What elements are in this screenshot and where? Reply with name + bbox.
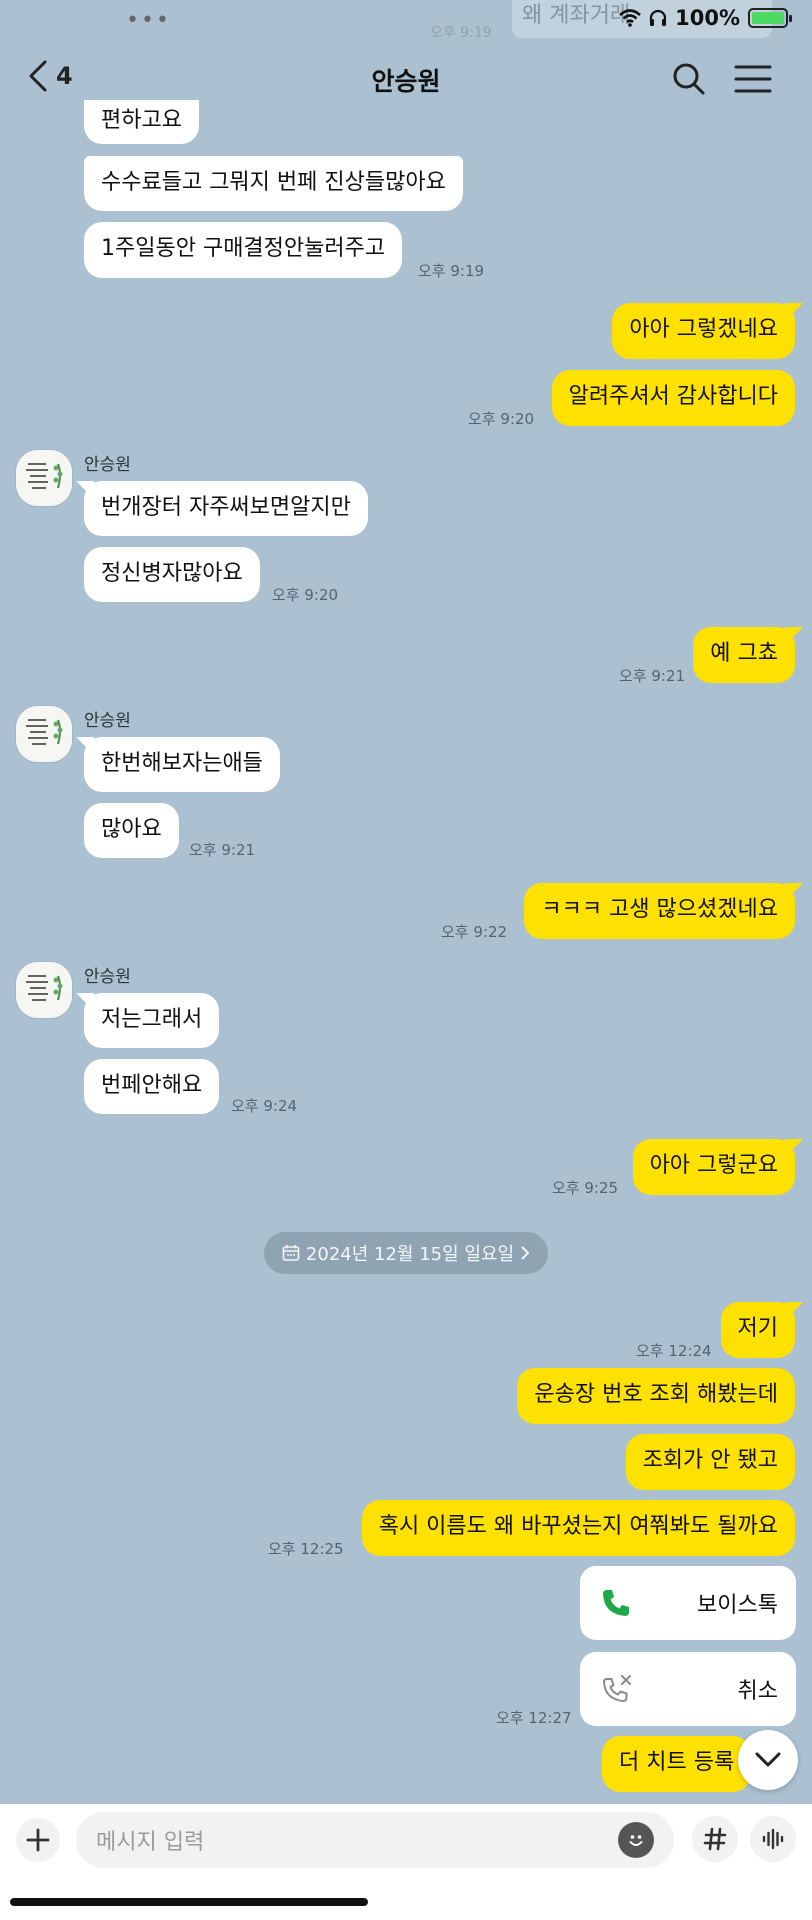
- incoming-message: 저는그래서: [84, 993, 220, 1048]
- avatar[interactable]: [16, 962, 72, 1018]
- incoming-message: 번개장터 자주써보면알지만: [84, 481, 368, 536]
- battery-percent: 100%: [675, 6, 740, 30]
- avatar[interactable]: [16, 450, 72, 506]
- attach-button[interactable]: [16, 1818, 60, 1862]
- search-button[interactable]: [672, 62, 708, 98]
- message-time: 오후 9:21: [189, 841, 256, 859]
- outgoing-message: 더 치트 등록: [602, 1736, 752, 1792]
- incoming-message: 1주일동안 구매결정안눌러주고: [84, 222, 403, 278]
- outgoing-message: 저기: [720, 1302, 795, 1358]
- message-time: 오후 12:27: [496, 1709, 572, 1727]
- calendar-icon: [282, 1245, 300, 1261]
- message-time: 오후 9:20: [272, 586, 339, 604]
- wifi-icon: [619, 9, 641, 27]
- outgoing-message: 운송장 번호 조회 해봤는데: [517, 1368, 795, 1424]
- scroll-to-bottom-button[interactable]: [738, 1730, 798, 1790]
- message-time: 오후 9:22: [441, 923, 508, 941]
- cancelled-call-card[interactable]: 취소: [580, 1652, 796, 1726]
- emoji-button[interactable]: [618, 1822, 654, 1858]
- home-indicator: [10, 1898, 368, 1906]
- chevron-right-icon: [521, 1246, 530, 1260]
- message-input-placeholder: 메시지 입력: [96, 1830, 205, 1855]
- outgoing-message: 아아 그렇겠네요: [612, 303, 795, 359]
- sender-name: 안승원: [84, 455, 131, 475]
- search-icon: [673, 63, 705, 95]
- avatar-image: [16, 706, 72, 762]
- incoming-message: 번페안해요: [84, 1059, 220, 1114]
- message-time: 오후 9:20: [468, 410, 535, 428]
- headphones-icon: [650, 9, 667, 26]
- message-time: 오후 12:24: [636, 1342, 712, 1360]
- outgoing-message: ㅋㅋㅋ 고생 많으셨겠네요: [524, 883, 795, 939]
- outgoing-message: 예 그쵸: [693, 627, 795, 683]
- voice-call-card[interactable]: 보이스톡: [580, 1566, 796, 1640]
- avatar-image: [16, 450, 72, 506]
- chevron-down-icon: [755, 1752, 781, 1767]
- date-divider[interactable]: 2024년 12월 15일 일요일: [264, 1232, 548, 1274]
- avatar-image: [16, 962, 72, 1018]
- hashtag-search-button[interactable]: [692, 1816, 738, 1862]
- message-input[interactable]: 메시지 입력: [76, 1812, 674, 1868]
- incoming-message: 수수료들고 그뭐지 번페 진상들많아요: [84, 156, 463, 211]
- sender-name: 안승원: [84, 967, 131, 987]
- battery-icon: [748, 8, 792, 28]
- outgoing-message: 아아 그렇군요: [632, 1139, 795, 1195]
- sender-name: 안승원: [84, 711, 131, 731]
- avatar[interactable]: [16, 706, 72, 762]
- previous-message-time: 오후 9:19: [430, 25, 492, 41]
- plus-icon: [26, 1828, 50, 1852]
- hamburger-menu-icon: [734, 65, 772, 93]
- outgoing-message: 조회가 안 됐고: [625, 1434, 795, 1490]
- incoming-message: 정신병자많아요: [84, 547, 260, 602]
- date-label: 2024년 12월 15일 일요일: [305, 1244, 515, 1265]
- voice-message-button[interactable]: [750, 1816, 796, 1862]
- voice-call-label: 보이스톡: [697, 1593, 778, 1618]
- missed-call-icon: [602, 1675, 631, 1703]
- phone-icon: [603, 1590, 629, 1616]
- cancelled-call-label: 취소: [737, 1679, 778, 1704]
- outgoing-message: 알려주셔서 감사합니다: [551, 370, 795, 426]
- incoming-message: 편하고요: [84, 100, 199, 144]
- message-time: 오후 9:25: [552, 1179, 619, 1197]
- outgoing-message: 혹시 이름도 왜 바꾸셨는지 여쭤봐도 될까요: [361, 1500, 795, 1556]
- menu-button[interactable]: [734, 62, 772, 98]
- message-time: 오후 12:25: [268, 1540, 344, 1558]
- message-time: 오후 9:24: [231, 1097, 298, 1115]
- incoming-message: 많아요: [84, 803, 179, 858]
- status-dots: •••: [126, 8, 171, 33]
- smiley-icon: [629, 1835, 643, 1846]
- status-right: 100%: [619, 6, 792, 30]
- incoming-message: 한번해보자는애들: [84, 737, 280, 792]
- hashtag-icon: [703, 1827, 727, 1851]
- message-time: 오후 9:21: [619, 667, 686, 685]
- sound-wave-icon: [762, 1828, 784, 1850]
- message-time: 오후 9:19: [418, 262, 485, 280]
